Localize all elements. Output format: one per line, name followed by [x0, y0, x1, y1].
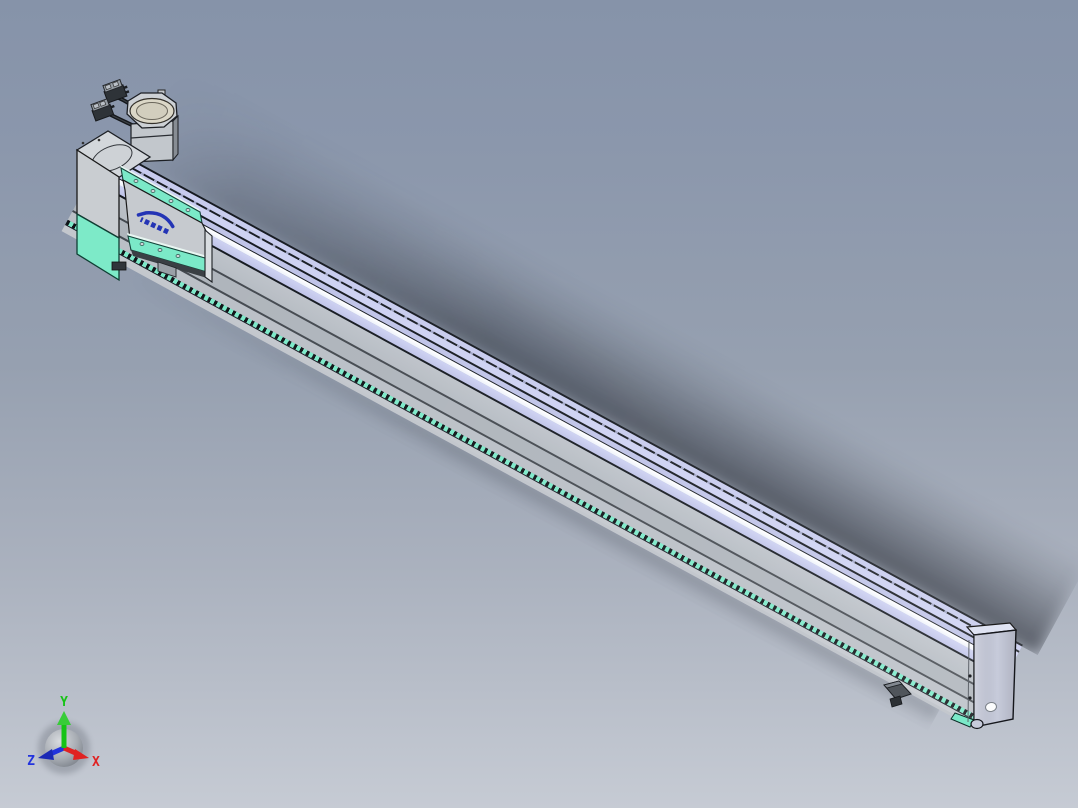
cap-rounded-foot — [970, 718, 984, 730]
cap-screw-hole — [968, 696, 972, 700]
triad-x-label: X — [92, 755, 100, 770]
drive-end-assembly[interactable] — [55, 70, 275, 310]
end-cap-face[interactable] — [967, 629, 1017, 730]
cap-screw-hole — [968, 674, 972, 678]
triad-z-label: Z — [27, 754, 35, 769]
cad-viewport[interactable]: Y X Z — [0, 0, 1078, 808]
end-block-foot — [111, 261, 127, 271]
end-cap-assembly[interactable] — [880, 615, 1030, 747]
motor-flange-inner — [136, 102, 168, 120]
triad-y-label: Y — [60, 695, 68, 710]
orientation-triad[interactable]: Y X Z — [8, 686, 123, 786]
carriage[interactable] — [120, 165, 213, 284]
carriage-end-face — [204, 228, 213, 284]
limit-sensor[interactable] — [883, 680, 912, 708]
